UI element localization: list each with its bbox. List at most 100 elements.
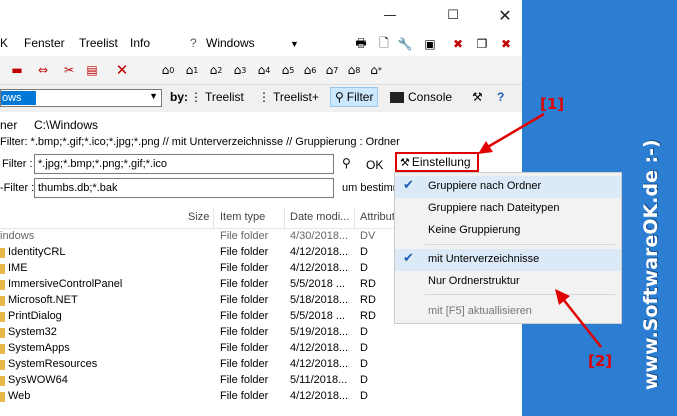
column-type[interactable]: Item type: [220, 211, 265, 223]
search-icon[interactable]: ⚲: [342, 156, 351, 170]
drive-icon[interactable]: ▬: [6, 60, 28, 80]
row-attr: D: [360, 342, 368, 354]
row-date: 4/12/2018...: [290, 358, 349, 370]
table-row[interactable]: Microsoft.NET File folder 5/18/2018... RD: [0, 293, 400, 309]
column-size[interactable]: Size: [188, 211, 209, 223]
row-type: File folder: [220, 342, 269, 354]
row-attr: D: [360, 374, 368, 386]
folder-icon: [0, 296, 5, 306]
path-dropdown-value[interactable]: Windows: [206, 36, 255, 50]
menu-item-k[interactable]: K: [0, 36, 8, 50]
treelist-button[interactable]: ⋮ Treelist: [190, 87, 244, 107]
table-row[interactable]: SystemResources File folder 4/12/2018... D: [0, 357, 400, 373]
recent-1-button[interactable]: ⌂ 1: [182, 60, 202, 80]
folder-icon: [0, 360, 5, 370]
row-type: File folder: [220, 246, 269, 258]
row-attr: D: [360, 262, 368, 274]
table-row[interactable]: Web File folder 4/12/2018... D: [0, 389, 400, 405]
device-icon[interactable]: ▣: [422, 34, 438, 54]
console-button[interactable]: Console: [390, 87, 452, 107]
delete-icon[interactable]: ✕: [112, 60, 132, 80]
cut-icon[interactable]: ✂: [58, 60, 80, 80]
column-attr[interactable]: Attribut: [360, 211, 395, 223]
document-icon[interactable]: ▤: [82, 60, 102, 80]
close-icon[interactable]: ✕: [495, 6, 515, 25]
row-attr: D: [360, 246, 368, 258]
ok-button[interactable]: OK: [366, 158, 383, 172]
callout-2-label: [2]: [588, 352, 613, 370]
folder-icon: [0, 392, 5, 402]
row-name: SystemResources: [8, 358, 98, 370]
table-row[interactable]: SysWOW64 File folder 5/11/2018... D: [0, 373, 400, 389]
print-icon[interactable]: 🖶: [352, 34, 370, 54]
row-type: File folder: [220, 278, 269, 290]
recent-all-button[interactable]: ⌂ *: [366, 60, 386, 80]
popup-menu-item[interactable]: ✔ mit Unterverzeichnisse: [395, 249, 621, 271]
hammer-icon[interactable]: ⚒: [472, 87, 483, 107]
exclude-filter-input[interactable]: thumbs.db;*.bak: [34, 178, 334, 198]
column-divider[interactable]: [284, 208, 285, 228]
chevron-down-icon[interactable]: ▼: [149, 91, 158, 101]
table-row[interactable]: ImmersiveControlPanel File folder 5/5/2018…: [0, 277, 400, 293]
table-row[interactable]: IME File folder 4/12/2018... D: [0, 261, 400, 277]
column-divider[interactable]: [354, 208, 355, 228]
row-date: 5/11/2018...: [290, 374, 348, 386]
row-attr: RD: [360, 310, 376, 322]
recent-0-button[interactable]: ⌂ 0: [158, 60, 178, 80]
minimize-icon[interactable]: —: [380, 6, 400, 24]
checkmark-icon: ✔: [403, 251, 414, 266]
help-question[interactable]: ?: [190, 36, 197, 50]
filter-icon: ⚲: [335, 90, 344, 104]
popup-menu-item[interactable]: ✔ Gruppiere nach Ordner: [395, 176, 621, 198]
popup-menu-item[interactable]: Gruppiere nach Dateitypen: [395, 198, 621, 220]
row-name: System32: [8, 326, 57, 338]
row-name: ImmersiveControlPanel: [8, 278, 123, 290]
windows-icon[interactable]: ❐: [474, 34, 490, 54]
row-type: File folder: [220, 390, 269, 402]
chevron-down-icon[interactable]: ▼: [290, 39, 299, 49]
exclude-filter-label: -Filter :: [0, 182, 35, 194]
arrow-line: [485, 112, 545, 150]
table-row[interactable]: IdentityCRL File folder 4/12/2018... D: [0, 245, 400, 261]
table-row[interactable]: PrintDialog File folder 5/5/2018 ... RD: [0, 309, 400, 325]
popup-menu-item[interactable]: Keine Gruppierung: [395, 220, 621, 242]
recent-3-button[interactable]: ⌂ 3: [230, 60, 250, 80]
recent-7-button[interactable]: ⌂ 7: [322, 60, 342, 80]
treelist-plus-button[interactable]: ⋮ Treelist+: [258, 87, 319, 107]
filter-summary: Filter: *.bmp;*.gif;*.ico;*.jpg;*.png //…: [0, 136, 400, 148]
column-divider[interactable]: [213, 208, 214, 228]
folder-icon: [0, 264, 5, 274]
help-icon[interactable]: ?: [497, 87, 504, 107]
einstellung-button[interactable]: ⚒ Einstellung: [395, 152, 479, 172]
address-value[interactable]: ows: [1, 91, 36, 105]
menu-item-treelist[interactable]: Treelist: [79, 36, 118, 50]
title-bar: — ☐ ✕: [0, 0, 522, 30]
menu-item-info[interactable]: Info: [130, 36, 150, 50]
menu-item-fenster[interactable]: Fenster: [24, 36, 65, 50]
filter-input[interactable]: *.jpg;*.bmp;*.png;*.gif;*.ico: [34, 154, 334, 174]
arrow-line: [562, 298, 602, 348]
toolbar: ▬ ⇔ ✂ ▤ ✕ ⌂ 0 ⌂ 1 ⌂ 2 ⌂ 3 ⌂ 4 ⌂ 5 ⌂ 6 ⌂ 7 ⌂ 8 ⌂ *: [0, 56, 522, 85]
recent-4-button[interactable]: ⌂ 4: [254, 60, 274, 80]
table-row[interactable]: SystemApps File folder 4/12/2018... D: [0, 341, 400, 357]
row-name: IME: [8, 262, 28, 274]
recent-5-button[interactable]: ⌂ 5: [278, 60, 298, 80]
tools-icon[interactable]: 🔧: [397, 34, 413, 54]
new-file-icon[interactable]: 🗋: [376, 34, 392, 54]
recent-2-button[interactable]: ⌂ 2: [206, 60, 226, 80]
callout-2-arrow: [555, 289, 602, 348]
row-date: 4/12/2018...: [290, 390, 349, 402]
address-combobox[interactable]: ows ▼: [0, 89, 162, 107]
column-date[interactable]: Date modi...: [290, 211, 349, 223]
group-header-row[interactable]: indows File folder 4/30/2018... DV: [0, 229, 400, 245]
recent-6-button[interactable]: ⌂ 6: [300, 60, 320, 80]
maximize-icon[interactable]: ☐: [443, 6, 463, 24]
close-windows-icon[interactable]: ✖: [498, 34, 514, 54]
recent-8-button[interactable]: ⌂ 8: [344, 60, 364, 80]
table-row[interactable]: System32 File folder 5/19/2018... D: [0, 325, 400, 341]
menu-separator: [425, 244, 615, 245]
row-date: 5/5/2018 ...: [290, 278, 346, 290]
delete-window-icon[interactable]: ✖: [450, 34, 466, 54]
filter-button[interactable]: ⚲ Filter: [330, 87, 379, 107]
swap-arrows-icon[interactable]: ⇔: [32, 60, 54, 80]
